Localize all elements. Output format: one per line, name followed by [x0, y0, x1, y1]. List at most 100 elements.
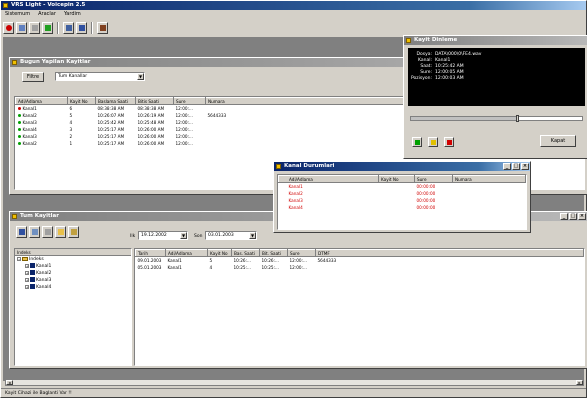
maximize-button[interactable]: □	[512, 163, 520, 170]
expand-icon[interactable]: +	[25, 284, 29, 289]
table-row[interactable]: 05.01.2003 Kanal1 4 10:25:... 10:25:... 12:00…	[136, 264, 584, 271]
tree-item[interactable]: + Kanal4	[15, 284, 131, 291]
grid-icon	[19, 25, 25, 31]
column-header[interactable]: Sure	[287, 249, 316, 257]
to-date-select[interactable]: 03.01.2003 ▼	[205, 231, 257, 240]
chevron-down-icon[interactable]: ▼	[249, 232, 256, 239]
column-header[interactable]: Adi/Adlama	[15, 97, 68, 105]
tree-root[interactable]: − Indeks	[15, 256, 131, 263]
filter-select[interactable]: Tum Kanallar ▼	[55, 72, 145, 81]
tree-item-label: Kanal3	[36, 278, 52, 283]
from-date-label: Ilk	[130, 234, 136, 239]
cell-record-no: 4	[209, 264, 213, 270]
player-progress-thumb[interactable]	[516, 115, 520, 122]
column-header[interactable]: Adi/Adlama	[165, 249, 208, 257]
cell-end-time: 10:26:00 AM	[137, 126, 165, 132]
export-icon	[45, 229, 51, 235]
scroll-right-icon[interactable]: ▸	[576, 380, 583, 385]
archive-window: Tum Kayitlar _ □ × Ilk 19.12.2002 ▼ Son …	[9, 211, 587, 369]
filter-button[interactable]: Filtre	[22, 72, 44, 82]
scroll-left-icon[interactable]: ◂	[6, 380, 13, 385]
column-header[interactable]: Numara	[452, 175, 526, 183]
table-row[interactable]: Kanal1 00:00:00	[279, 183, 526, 190]
cell-record-no: 6	[69, 105, 73, 111]
channel-icon	[30, 270, 35, 275]
to-date-label: Son	[194, 234, 203, 239]
tree-item[interactable]: + Kanal2	[15, 270, 131, 277]
player-info-display: Dosya: DATA\000\0\FE4.wav Kanal: Kanal1 Sa…	[408, 48, 585, 106]
tree-item-label: Kanal4	[36, 285, 52, 290]
stop-button[interactable]	[444, 137, 454, 147]
chevron-down-icon[interactable]: ▼	[180, 232, 187, 239]
archive-tool-button[interactable]	[29, 22, 40, 34]
column-header[interactable]: Baslama Saati	[95, 97, 136, 105]
list-tool-button[interactable]	[76, 22, 87, 34]
expand-icon[interactable]: +	[25, 263, 29, 268]
cell-record-no: 5	[69, 112, 73, 118]
cell-end-time: 08:38:38 AM	[137, 105, 165, 111]
archive-refresh-button[interactable]	[16, 226, 27, 238]
users-tool-button[interactable]	[97, 22, 108, 34]
close-player-button[interactable]: Kapat	[540, 135, 576, 147]
minimize-button[interactable]: _	[560, 213, 568, 220]
tree-item[interactable]: + Kanal3	[15, 277, 131, 284]
cell-number	[453, 204, 526, 211]
tree-item[interactable]: + Kanal1	[15, 263, 131, 270]
chevron-down-icon[interactable]: ▼	[137, 73, 144, 80]
column-header[interactable]: Bitis Saati	[135, 97, 174, 105]
cell-date: 05.01.2003	[137, 264, 162, 270]
collapse-icon[interactable]: −	[17, 256, 21, 261]
status-dot-icon	[17, 107, 21, 111]
menu-item-yardim[interactable]: Yardim	[64, 10, 81, 19]
table-row[interactable]: 09.01.2003 Kanal1 5 10:26:... 10:26:... 12:00…	[136, 257, 584, 264]
expand-icon[interactable]: +	[25, 277, 29, 282]
cell-name: Kanal2	[288, 190, 303, 196]
table-row[interactable]: Kanal3 00:00:00	[279, 197, 526, 204]
search-icon	[66, 25, 72, 31]
cell-record-no	[379, 204, 415, 211]
column-header[interactable]: Sure	[414, 175, 453, 183]
cell-name: Kanal2	[16, 112, 68, 119]
channel-name: Kanal4	[22, 126, 37, 132]
column-header[interactable]: Adi/Adlama	[278, 175, 379, 183]
cell-dtmf: 5644333	[317, 257, 337, 263]
channels-tool-button[interactable]	[16, 22, 27, 34]
channel-name: Kanal3	[22, 119, 37, 125]
column-header[interactable]: Kayit No	[378, 175, 415, 183]
column-header[interactable]: Bas. Saati	[231, 249, 260, 257]
search-tool-button[interactable]	[63, 22, 74, 34]
player-progress-track[interactable]	[410, 115, 583, 122]
cell-end-time: 10:25:48 AM	[137, 119, 165, 125]
from-date-select[interactable]: 19.12.2002 ▼	[138, 231, 188, 240]
menu-item-sistemum[interactable]: Sistemum	[5, 10, 30, 19]
record-tool-button[interactable]	[3, 22, 14, 34]
table-row[interactable]: Kanal4 00:00:00	[279, 204, 526, 211]
status-dot-icon	[17, 135, 21, 138]
archive-open-button[interactable]	[68, 226, 79, 238]
archive-list-button[interactable]	[29, 226, 40, 238]
mdi-horizontal-scrollbar[interactable]: ◂ ▸	[5, 379, 584, 386]
play-button[interactable]	[412, 137, 422, 147]
maximize-button[interactable]: □	[569, 213, 577, 220]
table-row[interactable]: Kanal2 00:00:00	[279, 190, 526, 197]
pause-button[interactable]	[428, 137, 438, 147]
close-button[interactable]: ×	[578, 213, 586, 220]
column-header[interactable]: Bit. Saati	[259, 249, 288, 257]
play-tool-button[interactable]	[42, 22, 53, 34]
stop-icon	[447, 140, 452, 145]
close-button[interactable]: ×	[521, 163, 529, 170]
archive-folder-button[interactable]	[55, 226, 66, 238]
column-header[interactable]: Tarih	[135, 249, 166, 257]
column-header[interactable]: Sure	[173, 97, 206, 105]
cell-name: Kanal1	[288, 183, 303, 189]
channel-icon	[30, 277, 35, 282]
expand-icon[interactable]: +	[25, 270, 29, 275]
menu-item-araclar[interactable]: Araclar	[38, 10, 56, 19]
column-header[interactable]: Kayit No	[67, 97, 96, 105]
column-header[interactable]: Kayit No	[207, 249, 232, 257]
archive-export-button[interactable]	[42, 226, 53, 238]
minimize-button[interactable]: _	[503, 163, 511, 170]
toolbar-separator	[91, 22, 93, 34]
cell-duration: 12:00:...	[175, 105, 193, 111]
column-header[interactable]: DTMF	[315, 249, 584, 257]
